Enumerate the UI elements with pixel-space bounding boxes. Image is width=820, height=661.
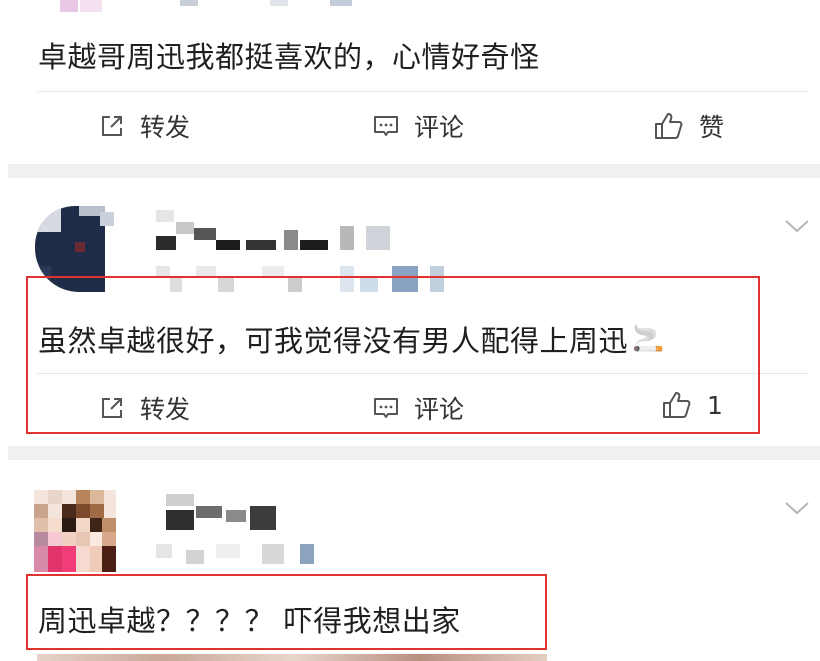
highlight-box (26, 276, 760, 434)
comment-button[interactable]: 评论 (372, 108, 464, 144)
post-text: 卓越哥周迅我都挺喜欢的，心情好奇怪 (38, 40, 540, 74)
pixelated-fragment (100, 212, 114, 226)
thumbs-up-icon (655, 113, 683, 139)
post-separator (8, 164, 820, 178)
pixelated-name-fragment (270, 0, 288, 6)
post-separator (8, 446, 820, 460)
pixelated-name-fragment (180, 0, 198, 6)
pixelated-avatar-fragment (80, 0, 102, 12)
highlight-box (26, 574, 547, 650)
comment-label: 评论 (414, 113, 465, 142)
chevron-down-icon[interactable] (784, 218, 810, 234)
comment-icon (374, 116, 398, 136)
like-label: 赞 (699, 113, 725, 142)
share-icon (102, 116, 122, 136)
divider (37, 91, 808, 92)
repost-label: 转发 (140, 113, 191, 142)
pixelated-name-fragment (330, 0, 352, 6)
repost-button[interactable]: 转发 (98, 108, 190, 144)
pixelated-avatar-fragment (60, 0, 78, 12)
avatar[interactable] (34, 490, 116, 572)
chevron-down-icon[interactable] (784, 500, 810, 516)
post-image-preview[interactable] (37, 654, 547, 661)
like-button[interactable]: 赞 (653, 108, 724, 144)
